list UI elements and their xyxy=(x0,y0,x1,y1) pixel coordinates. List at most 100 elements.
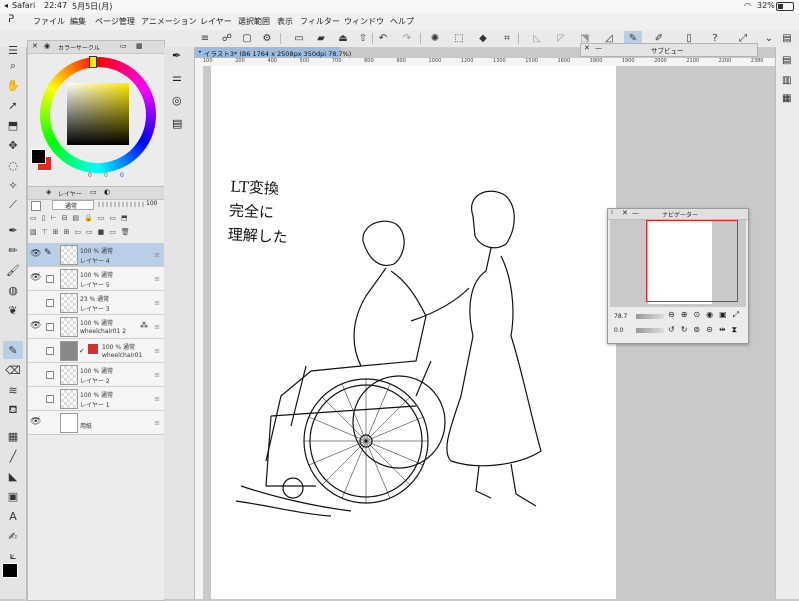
new-file-icon[interactable]: ▭ xyxy=(290,31,308,46)
text-tool-icon[interactable]: A xyxy=(3,507,23,525)
zoom-tool-icon[interactable]: ⌕ xyxy=(3,57,23,75)
eye-icon[interactable]: 👁 xyxy=(30,417,41,427)
gradient-tool-icon[interactable]: ▦ xyxy=(3,427,23,445)
opacity-slider[interactable] xyxy=(98,202,144,207)
document-tab[interactable]: • イラスト3* (B6 1764 x 2508px 350dpi 78.7%) xyxy=(195,47,351,58)
navigator-panel[interactable]: ⁞ ✕ — ナビゲーター 78.7 0.0 ⊖⊕⊙◉▣⤢ ↺↻⊚⊝⇹⧗ xyxy=(607,208,749,344)
layer-checkbox[interactable] xyxy=(46,371,54,379)
color-panel-main-swatch[interactable] xyxy=(31,149,46,164)
layer-color-box[interactable] xyxy=(31,201,41,211)
hand-tool-icon[interactable]: ✋ xyxy=(3,76,23,94)
layer-controls-row2[interactable]: ▧⊤⊞⊞▭▭■▭🗑 xyxy=(30,228,160,238)
drawing-canvas[interactable]: LT変換 完全に 理解した xyxy=(211,66,616,599)
menu-file[interactable]: ファイル xyxy=(33,16,65,27)
menu-selection[interactable]: 選択範囲 xyxy=(238,16,270,27)
rotation-value[interactable]: 0.0 xyxy=(614,327,624,334)
drag-handle-icon[interactable]: ≡ xyxy=(154,251,160,259)
magic-wand-icon[interactable]: ✧ xyxy=(3,176,23,194)
save-icon[interactable]: ⏏ xyxy=(334,31,352,46)
layer-tab-icon[interactable]: ◈ xyxy=(46,188,51,196)
menu-window[interactable]: ウィンドウ xyxy=(344,16,384,27)
drag-handle-icon[interactable]: ≡ xyxy=(154,347,160,355)
layer-checkbox[interactable] xyxy=(46,275,54,283)
eye-icon[interactable]: 👁 xyxy=(30,321,41,331)
undo-icon[interactable]: ↶ xyxy=(374,31,392,46)
companion-icon[interactable]: ▢ xyxy=(238,31,256,46)
history-icon[interactable]: ▥ xyxy=(782,75,791,86)
grip-icon[interactable]: ⁞ xyxy=(611,209,613,216)
menu-filter[interactable]: フィルター xyxy=(300,16,340,27)
hamburger-icon[interactable]: ≡ xyxy=(196,31,214,46)
menu-animation[interactable]: アニメーション xyxy=(141,16,197,27)
rotation-slider[interactable] xyxy=(636,328,664,333)
balloon-tool-icon[interactable]: ✍ xyxy=(3,527,23,545)
layer-checkbox[interactable] xyxy=(46,323,54,331)
object-select-icon[interactable]: ⬒ xyxy=(3,116,23,134)
drag-handle-icon[interactable]: ≡ xyxy=(154,275,160,283)
airbrush-tool-icon[interactable]: ◍ xyxy=(3,281,23,299)
layer-row[interactable]: 👁 100 % 通常 wheelchair01 2 ⁂ ≡ xyxy=(28,315,164,339)
menu-edit[interactable]: 編集 xyxy=(70,16,86,27)
blend-mode-select[interactable]: 通常 xyxy=(52,200,94,210)
settings-gear-icon[interactable]: ⚙ xyxy=(258,31,276,46)
eye-icon[interactable]: 👁 xyxy=(30,273,41,283)
eye-icon[interactable]: 👁 xyxy=(30,249,41,259)
layer-controls-row1[interactable]: ▭▯⊢⊟▤🔒▭▭⬒ xyxy=(30,214,160,224)
tool-property-icon[interactable]: ⚌ xyxy=(172,71,182,84)
fill-icon[interactable]: ◆ xyxy=(474,31,492,46)
drag-handle-icon[interactable]: ≡ xyxy=(154,395,160,403)
blend-tool-icon[interactable]: ≋ xyxy=(3,381,23,399)
main-color-swatch[interactable] xyxy=(2,563,18,578)
layer-row[interactable]: 👁 100 % 通常 レイヤー 5 ≡ xyxy=(28,267,164,291)
move-tool-icon[interactable]: ✥ xyxy=(3,136,23,154)
drag-handle-icon[interactable]: ≡ xyxy=(154,371,160,379)
eraser-tool-icon[interactable]: ⌫ xyxy=(3,361,23,379)
minimize-icon[interactable]: — xyxy=(595,44,602,52)
pen-sub-tool-icon[interactable]: ✒ xyxy=(172,49,181,62)
zoom-controls[interactable]: ⊖⊕⊙◉▣⤢ xyxy=(668,310,745,320)
back-arrow-icon[interactable]: ◂ xyxy=(4,1,8,10)
layer-property-tab-icon[interactable]: ▭ xyxy=(90,188,97,196)
drag-handle-icon[interactable]: ≡ xyxy=(154,299,160,307)
lasso-tool-icon[interactable]: ◌ xyxy=(3,156,23,174)
color-slider-tab-icon[interactable]: ▭ xyxy=(120,42,127,50)
drawing-pen-tool-icon[interactable]: ✎ xyxy=(3,341,23,359)
layer-checkbox[interactable] xyxy=(46,395,54,403)
brush-size-icon[interactable]: ◎ xyxy=(172,94,182,107)
search-layer-tab-icon[interactable]: ◐ xyxy=(104,188,110,196)
layer-row[interactable]: 23 % 通常 レイヤー 3 ≡ xyxy=(28,291,164,315)
menu-view[interactable]: 表示 xyxy=(277,16,293,27)
figure-tool-icon[interactable]: ◣ xyxy=(3,467,23,485)
minimize-icon[interactable]: — xyxy=(632,209,639,217)
share-icon[interactable]: ⇧ xyxy=(354,31,372,46)
layer-row[interactable]: 100 % 通常 レイヤー 1 ≡ xyxy=(28,387,164,411)
pen-tool-icon[interactable]: ✒ xyxy=(3,221,23,239)
close-icon[interactable]: ✕ xyxy=(584,44,590,52)
color-set-tab-icon[interactable]: ▦ xyxy=(136,42,143,50)
subview-palette[interactable]: ✕ — サブビュー xyxy=(580,43,758,57)
zoom-value[interactable]: 78.7 xyxy=(614,313,627,320)
quick-access-icon[interactable]: ☍ xyxy=(218,31,236,46)
line-tool-icon[interactable]: ╱ xyxy=(3,447,23,465)
menu-layer[interactable]: レイヤー xyxy=(200,16,232,27)
deselect-icon[interactable]: ◺ xyxy=(528,31,546,46)
zoom-slider[interactable] xyxy=(636,314,664,319)
color-circle-tab-icon[interactable]: ◉ xyxy=(44,42,50,50)
layer-row[interactable]: 100 % 通常 レイヤー 2 ≡ xyxy=(28,363,164,387)
drag-handle-icon[interactable]: ≡ xyxy=(154,323,160,331)
decoration-tool-icon[interactable]: ❦ xyxy=(3,301,23,319)
pencil-tool-icon[interactable]: ✏ xyxy=(3,241,23,259)
menu-help[interactable]: ヘルプ xyxy=(390,16,414,27)
hue-marker[interactable] xyxy=(89,56,97,68)
navigator-preview[interactable] xyxy=(610,220,746,307)
viewport-frame[interactable] xyxy=(646,220,738,302)
layer-row[interactable]: 👁 ✎ 100 % 通常 レイヤー 4 ≡ xyxy=(28,243,164,267)
invert-icon[interactable]: ◸ xyxy=(552,31,570,46)
saturation-square[interactable] xyxy=(67,83,129,145)
eyedropper-icon[interactable]: ⟋ xyxy=(3,196,23,214)
layer-tab-label[interactable]: レイヤー xyxy=(58,189,82,198)
opacity-value[interactable]: 100 xyxy=(146,200,157,207)
operation-tool-icon[interactable]: ➚ xyxy=(3,96,23,114)
material-icon[interactable]: ▤ xyxy=(172,117,182,130)
layer-property-icon[interactable]: ▤ xyxy=(782,55,791,66)
